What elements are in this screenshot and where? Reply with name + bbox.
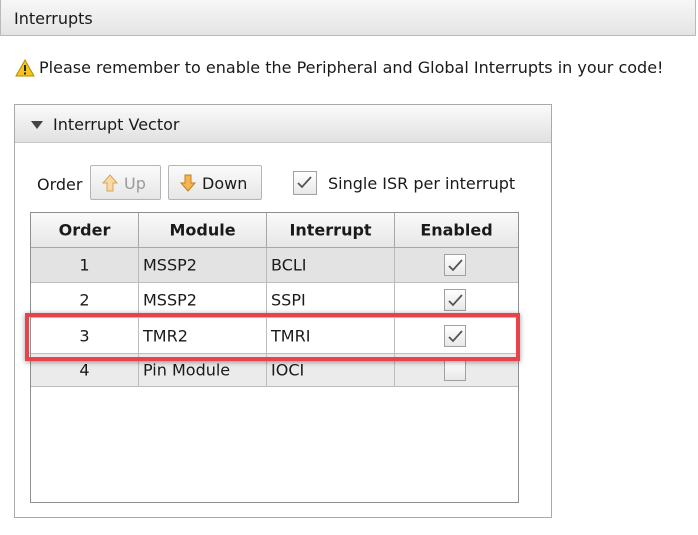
interrupt-table: Order Module Interrupt Enabled 1 MSSP2 B… — [30, 212, 519, 503]
enabled-cell — [395, 248, 518, 283]
order-cell: 1 — [31, 248, 139, 283]
order-label: Order — [37, 175, 83, 194]
column-header-enabled[interactable]: Enabled — [395, 213, 518, 248]
column-header-module[interactable]: Module — [139, 213, 267, 248]
move-down-button[interactable]: Down — [168, 165, 262, 200]
checkmark-icon — [448, 259, 463, 272]
enabled-checkbox[interactable] — [444, 254, 466, 276]
panel-title: Interrupt Vector — [53, 115, 180, 134]
order-cell: 2 — [31, 283, 139, 318]
checkmark-icon — [448, 294, 463, 307]
move-up-label: Up — [124, 174, 146, 193]
arrow-down-icon — [180, 174, 196, 192]
enabled-cell — [395, 318, 518, 354]
enabled-cell — [395, 354, 518, 387]
table-row[interactable]: 2 MSSP2 SSPI — [31, 283, 518, 318]
arrow-up-icon — [102, 174, 118, 192]
module-cell: MSSP2 — [139, 248, 267, 283]
move-down-label: Down — [202, 174, 248, 193]
warning-text: Please remember to enable the Peripheral… — [39, 58, 664, 77]
panel-header[interactable]: Interrupt Vector — [15, 105, 551, 143]
interrupt-cell: IOCI — [267, 354, 395, 387]
window-title: Interrupts — [14, 9, 93, 28]
checkmark-icon — [448, 329, 463, 342]
enabled-checkbox[interactable] — [444, 289, 466, 311]
warning-icon — [15, 59, 35, 77]
enabled-checkbox[interactable] — [444, 359, 466, 381]
move-up-button[interactable]: Up — [90, 165, 161, 200]
order-cell: 4 — [31, 354, 139, 387]
interrupt-cell: BCLI — [267, 248, 395, 283]
table-row[interactable]: 4 Pin Module IOCI — [31, 354, 518, 387]
column-header-interrupt[interactable]: Interrupt — [267, 213, 395, 248]
interrupt-cell: SSPI — [267, 283, 395, 318]
enabled-checkbox[interactable] — [444, 324, 466, 347]
checkmark-icon — [297, 176, 312, 189]
interrupt-vector-panel: Interrupt Vector Order Up Down Single IS… — [14, 104, 552, 518]
interrupt-cell: TMRI — [267, 318, 395, 354]
window-title-bar: Interrupts — [0, 0, 696, 36]
module-cell: TMR2 — [139, 318, 267, 354]
enabled-cell — [395, 283, 518, 318]
table-row[interactable]: 1 MSSP2 BCLI — [31, 248, 518, 283]
order-cell: 3 — [31, 318, 139, 354]
module-cell: MSSP2 — [139, 283, 267, 318]
single-isr-checkbox[interactable] — [293, 171, 317, 195]
table-header-row: Order Module Interrupt Enabled — [31, 213, 518, 248]
module-cell: Pin Module — [139, 354, 267, 387]
single-isr-label[interactable]: Single ISR per interrupt — [328, 174, 515, 193]
column-header-order[interactable]: Order — [31, 213, 139, 248]
table-row[interactable]: 3 TMR2 TMRI — [31, 318, 518, 354]
collapse-triangle-icon[interactable] — [31, 121, 43, 129]
